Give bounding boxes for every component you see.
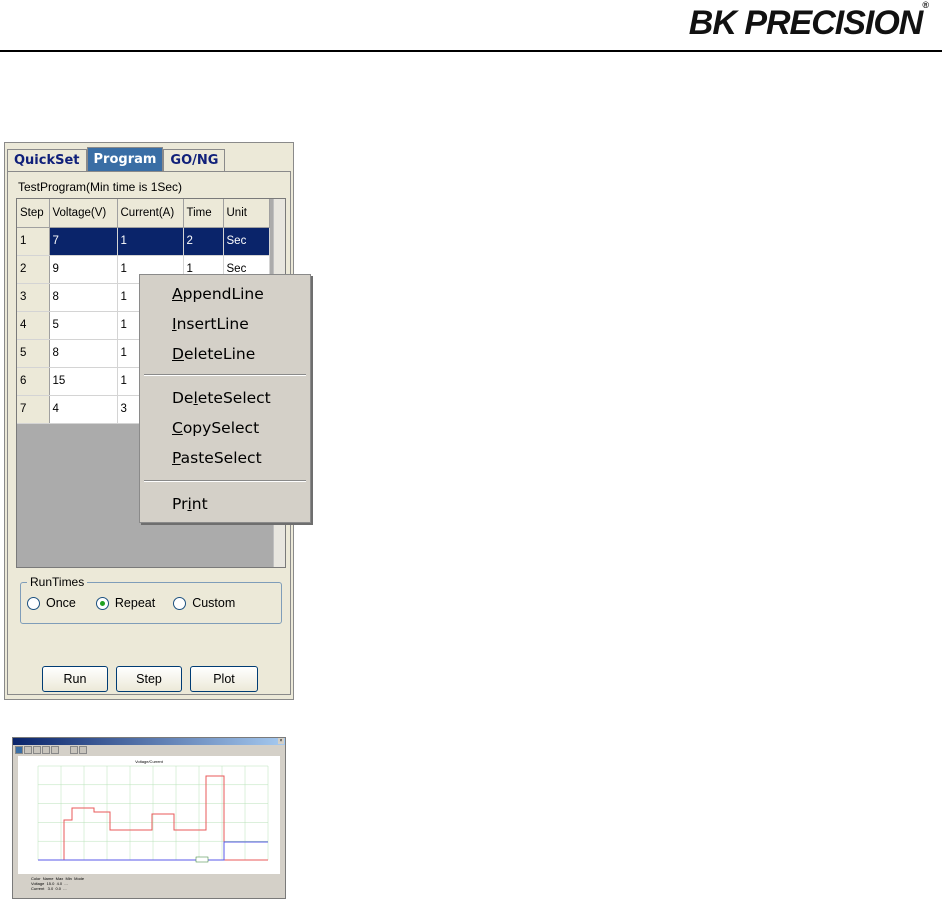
cell-step[interactable]: 3 (17, 283, 50, 312)
cell-step[interactable]: 2 (17, 255, 50, 284)
table-row[interactable]: 1 7 1 2 Sec (17, 227, 270, 256)
menu-label-pre: Pr (172, 495, 188, 513)
registered-mark: ® (922, 0, 929, 10)
menu-accelerator: P (172, 449, 181, 467)
runtimes-group: RunTimes Once Repeat Custom (20, 575, 282, 624)
cell-voltage[interactable]: 9 (49, 255, 118, 284)
menu-separator (144, 480, 306, 482)
context-menu: AppendLine InsertLine DeleteLine DeleteS… (139, 274, 311, 523)
menu-item-print[interactable]: Print (172, 491, 208, 517)
step-button[interactable]: Step (116, 666, 182, 692)
plot-chart: Voltage/Current (37, 759, 269, 863)
radio-custom[interactable]: Custom (173, 596, 235, 610)
tab-program[interactable]: Program (86, 147, 164, 171)
brand-logo: BK PRECISION® (688, 0, 929, 43)
close-icon[interactable]: × (278, 738, 284, 744)
radio-once[interactable]: Once (27, 596, 76, 610)
menu-separator (144, 374, 306, 376)
col-header-unit[interactable]: Unit (223, 199, 270, 228)
brand-name: BK PRECISION (688, 4, 924, 42)
menu-label-post: eteSelect (197, 389, 271, 407)
cell-voltage[interactable]: 8 (49, 339, 118, 368)
cell-current[interactable]: 1 (117, 227, 184, 256)
run-button[interactable]: Run (42, 666, 108, 692)
cursor-marker (195, 856, 209, 863)
plot-legend: Color Name Max Min Mode Voltage 15.0 4.0… (31, 876, 85, 891)
runtimes-options: Once Repeat Custom (27, 596, 235, 610)
cell-voltage[interactable]: 4 (49, 395, 118, 424)
menu-item-append-line[interactable]: AppendLine (172, 281, 264, 307)
menu-accelerator: C (172, 419, 183, 437)
save-icon[interactable] (79, 746, 87, 754)
menu-item-delete-select[interactable]: DeleteSelect (172, 385, 271, 411)
menu-item-copy-select[interactable]: CopySelect (172, 415, 259, 441)
plot-window: × Voltage/Current Color Name Max Min Mod… (12, 737, 286, 899)
radio-unchecked-icon[interactable] (173, 596, 187, 610)
col-header-time[interactable]: Time (183, 199, 224, 228)
col-header-voltage[interactable]: Voltage(V) (49, 199, 118, 228)
menu-label-post: nsertLine (176, 315, 249, 333)
col-header-step[interactable]: Step (17, 199, 50, 228)
plot-toolbar (15, 746, 87, 754)
menu-label-post: nt (191, 495, 208, 513)
pan-icon[interactable] (42, 746, 50, 754)
radio-checked-icon[interactable] (95, 596, 109, 610)
cell-step[interactable]: 4 (17, 311, 50, 340)
cell-step[interactable]: 7 (17, 395, 50, 424)
menu-label-post: eleteLine (183, 345, 256, 363)
zoom-out-icon[interactable] (33, 746, 41, 754)
header-divider (0, 50, 942, 52)
cell-voltage[interactable]: 7 (49, 227, 118, 256)
menu-accelerator: D (172, 345, 184, 363)
runtimes-legend: RunTimes (27, 575, 88, 589)
cell-time[interactable]: 2 (183, 227, 224, 256)
radio-unchecked-icon[interactable] (27, 596, 40, 610)
menu-label-post: ppendLine (182, 285, 264, 303)
menu-label-post: asteSelect (180, 449, 262, 467)
plot-area: Voltage/Current (18, 756, 280, 874)
plot-button[interactable]: Plot (190, 666, 258, 692)
table-header-row: Step Voltage(V) Current(A) Time Unit (17, 199, 270, 228)
menu-item-delete-line[interactable]: DeleteLine (172, 341, 255, 367)
tab-go-ng[interactable]: GO/NG (163, 149, 226, 171)
print-icon[interactable] (70, 746, 78, 754)
plot-title: Voltage/Current (135, 759, 164, 764)
cell-step[interactable]: 1 (17, 227, 50, 256)
cell-voltage[interactable]: 5 (49, 311, 118, 340)
radio-dot-icon (99, 600, 105, 606)
cell-unit[interactable]: Sec (223, 227, 270, 256)
radio-label: Once (46, 596, 76, 610)
plot-titlebar: × (13, 738, 285, 745)
tab-strip: QuickSet Program GO/NG (7, 147, 226, 173)
cell-step[interactable]: 5 (17, 339, 50, 368)
menu-label-post: opySelect (182, 419, 260, 437)
col-header-current[interactable]: Current(A) (117, 199, 184, 228)
pointer-icon[interactable] (15, 746, 23, 754)
tab-quickset[interactable]: QuickSet (7, 149, 87, 171)
cell-voltage[interactable]: 15 (49, 367, 118, 396)
program-title: TestProgram(Min time is 1Sec) (18, 180, 183, 194)
menu-accelerator: A (172, 285, 183, 303)
radio-label: Custom (192, 596, 236, 610)
radio-label: Repeat (114, 596, 156, 610)
cell-step[interactable]: 6 (17, 367, 50, 396)
reset-icon[interactable] (51, 746, 59, 754)
radio-repeat[interactable]: Repeat (95, 596, 156, 610)
zoom-in-icon[interactable] (24, 746, 32, 754)
menu-item-paste-select[interactable]: PasteSelect (172, 445, 262, 471)
cell-voltage[interactable]: 8 (49, 283, 118, 312)
menu-label-pre: De (172, 389, 194, 407)
menu-item-insert-line[interactable]: InsertLine (172, 311, 249, 337)
